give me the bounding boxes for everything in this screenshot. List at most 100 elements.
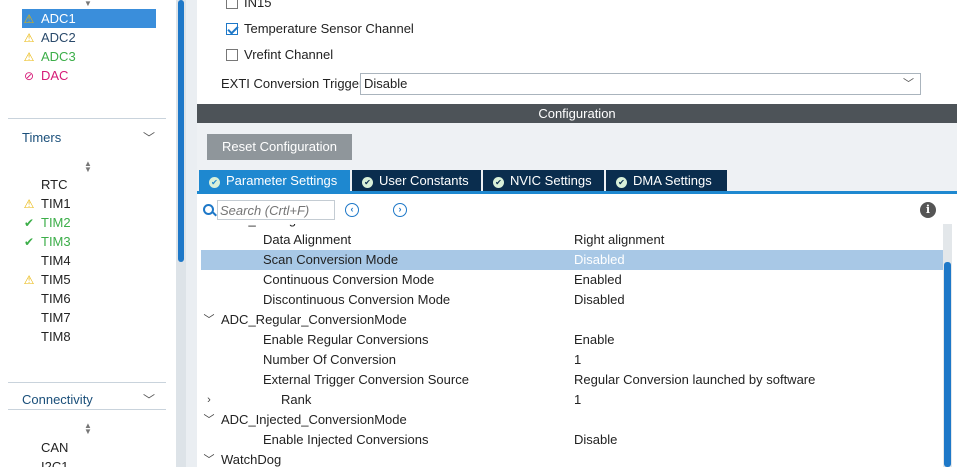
- parameter-scrollbar-thumb[interactable]: [944, 262, 951, 467]
- search-icon[interactable]: [203, 204, 214, 215]
- info-icon[interactable]: i: [920, 202, 936, 218]
- exti-trigger-label: EXTI Conversion Trigger: [221, 76, 364, 91]
- left-scrollbar-thumb[interactable]: [178, 0, 184, 262]
- sidebar-item-adc1[interactable]: ⚠ ADC1: [22, 9, 156, 28]
- warning-icon: ⚠: [23, 273, 35, 287]
- check-icon: ✔: [23, 235, 35, 249]
- parameter-value[interactable]: Enable: [574, 330, 614, 350]
- checkbox-label: IN15: [244, 0, 272, 10]
- sidebar-item-tim3[interactable]: ✔ TIM3: [22, 232, 71, 251]
- mode-panel: IN15 Temperature Sensor Channel Vrefint Ch…: [197, 0, 957, 100]
- sort-icon[interactable]: ▲ ▼: [84, 422, 92, 436]
- sidebar-item-label: TIM8: [41, 329, 71, 344]
- parameter-row[interactable]: Discontinuous Conversion Mode Disabled: [201, 290, 943, 310]
- chevron-down-icon[interactable]: ﹀: [143, 129, 155, 146]
- sidebar-item-label: DAC: [41, 68, 69, 83]
- sidebar-item-dac[interactable]: ⊘ DAC: [22, 66, 156, 85]
- parameter-value[interactable]: 1: [574, 350, 581, 370]
- parameter-value[interactable]: Regular Conversion launched by software: [574, 370, 815, 390]
- sidebar-item-adc2[interactable]: ⚠ ADC2: [22, 28, 156, 47]
- parameter-row[interactable]: Scan Conversion Mode Disabled: [201, 250, 943, 270]
- search-input[interactable]: [217, 200, 335, 220]
- tree-group-row[interactable]: ﹀ ADC_Injected_ConversionMode: [201, 410, 943, 430]
- parameter-value[interactable]: 1: [574, 390, 581, 410]
- checkbox[interactable]: [226, 49, 238, 61]
- sidebar-item-i2c1[interactable]: I2C1: [22, 457, 68, 467]
- sidebar-item-label: RTC: [41, 177, 68, 192]
- parameter-value[interactable]: Disabled: [574, 290, 625, 310]
- sidebar-item-tim4[interactable]: TIM4: [22, 251, 71, 270]
- sort-icon[interactable]: ▼: [84, 0, 92, 8]
- parameter-row[interactable]: Data Alignment Right alignment: [201, 230, 943, 250]
- chevron-down-icon[interactable]: ﹀: [203, 410, 215, 430]
- parameter-name: Scan Conversion Mode: [263, 252, 399, 267]
- parameter-value[interactable]: Right alignment: [574, 230, 664, 250]
- category-tree-panel: ▼ ⚠ ADC1 ⚠ ADC2 ⚠ ADC3 ⊘ DAC Timers ﹀ ▲ ▼ RTC ⚠ TI…: [0, 0, 176, 467]
- sidebar-item-tim5[interactable]: ⚠ TIM5: [22, 270, 71, 289]
- app-window: ▼ ⚠ ADC1 ⚠ ADC2 ⚠ ADC3 ⊘ DAC Timers ﹀ ▲ ▼ RTC ⚠ TI…: [0, 0, 957, 467]
- sidebar-item-tim6[interactable]: TIM6: [22, 289, 71, 308]
- parameter-name: External Trigger Conversion Source: [263, 372, 469, 387]
- parameter-value[interactable]: Disable: [574, 430, 617, 450]
- chevron-down-icon[interactable]: ﹀: [203, 450, 215, 467]
- exti-trigger-select[interactable]: Disable ﹀: [360, 73, 921, 95]
- sidebar-item-label: TIM4: [41, 253, 71, 268]
- sidebar-item-label: TIM5: [41, 272, 71, 287]
- parameter-name: Continuous Conversion Mode: [263, 272, 435, 287]
- sidebar-item-label: TIM6: [41, 291, 71, 306]
- channel-checkbox-row[interactable]: Temperature Sensor Channel: [226, 19, 414, 39]
- sidebar-item-label: I2C1: [41, 459, 69, 467]
- sidebar-item-tim1[interactable]: ⚠ TIM1: [22, 194, 71, 213]
- sort-icon[interactable]: ▲ ▼: [84, 160, 92, 174]
- warning-icon: ⚠: [23, 12, 35, 26]
- sidebar-item-label: ADC3: [41, 49, 76, 64]
- section-title-timers[interactable]: Timers: [22, 130, 61, 145]
- section-divider: [8, 382, 166, 383]
- check-circle-icon: ✔: [362, 177, 373, 188]
- parameter-name: WatchDog: [221, 452, 282, 467]
- tab-parameter-settings[interactable]: ✔ Parameter Settings: [199, 170, 350, 191]
- tab-nvic-settings[interactable]: ✔ NVIC Settings: [483, 170, 604, 191]
- parameter-value[interactable]: Enabled: [574, 270, 622, 290]
- sidebar-item-label: CAN: [41, 440, 69, 455]
- parameter-value[interactable]: Disabled: [574, 250, 625, 270]
- parameter-tree: ﹀ADC_SettingsData AlignmentRight alignme…: [197, 224, 943, 467]
- chevron-right-icon[interactable]: ›: [203, 390, 215, 410]
- reset-configuration-button[interactable]: Reset Configuration: [207, 134, 352, 160]
- sidebar-item-adc3[interactable]: ⚠ ADC3: [22, 47, 156, 66]
- sidebar-item-tim2[interactable]: ✔ TIM2: [22, 213, 71, 232]
- parameter-row[interactable]: Number Of Conversion 1: [201, 350, 943, 370]
- checkbox[interactable]: [226, 0, 238, 9]
- sidebar-item-can[interactable]: CAN: [22, 438, 68, 457]
- sidebar-item-tim8[interactable]: TIM8: [22, 327, 71, 346]
- chevron-down-icon[interactable]: ﹀: [143, 391, 155, 408]
- tree-group-row[interactable]: ﹀ WatchDog: [201, 450, 943, 467]
- channel-checkbox-row[interactable]: IN15: [226, 0, 271, 13]
- parameter-row[interactable]: External Trigger Conversion Source Regula…: [201, 370, 943, 390]
- chevron-down-icon[interactable]: ﹀: [903, 74, 914, 94]
- panel-splitter[interactable]: [186, 0, 197, 467]
- tab-dma-settings[interactable]: ✔ DMA Settings: [606, 170, 727, 191]
- sidebar-item-rtc[interactable]: RTC: [22, 175, 67, 194]
- warning-icon: ⚠: [23, 197, 35, 211]
- section-divider: [8, 409, 166, 410]
- parameter-name: Discontinuous Conversion Mode: [263, 292, 451, 307]
- tab-user-constants[interactable]: ✔ User Constants: [352, 170, 481, 191]
- parameter-name: Number Of Conversion: [263, 352, 396, 367]
- tree-group-row[interactable]: ﹀ ADC_Regular_ConversionMode: [201, 310, 943, 330]
- parameter-row[interactable]: Continuous Conversion Mode Enabled: [201, 270, 943, 290]
- previous-match-icon[interactable]: ‹: [345, 203, 359, 217]
- tab-label: NVIC Settings: [510, 173, 592, 188]
- sidebar-item-label: ADC2: [41, 30, 76, 45]
- checkbox[interactable]: [226, 23, 238, 35]
- parameter-row[interactable]: Enable Injected Conversions Disable: [201, 430, 943, 450]
- tab-label: Parameter Settings: [226, 173, 338, 188]
- channel-checkbox-row[interactable]: Vrefint Channel: [226, 45, 333, 65]
- parameter-row[interactable]: › Rank 1: [201, 390, 943, 410]
- next-match-icon[interactable]: ›: [393, 203, 407, 217]
- section-title-connectivity[interactable]: Connectivity: [22, 392, 93, 407]
- parameter-name: ADC_Injected_ConversionMode: [221, 412, 407, 427]
- sidebar-item-tim7[interactable]: TIM7: [22, 308, 71, 327]
- chevron-down-icon[interactable]: ﹀: [203, 310, 215, 330]
- parameter-row[interactable]: Enable Regular Conversions Enable: [201, 330, 943, 350]
